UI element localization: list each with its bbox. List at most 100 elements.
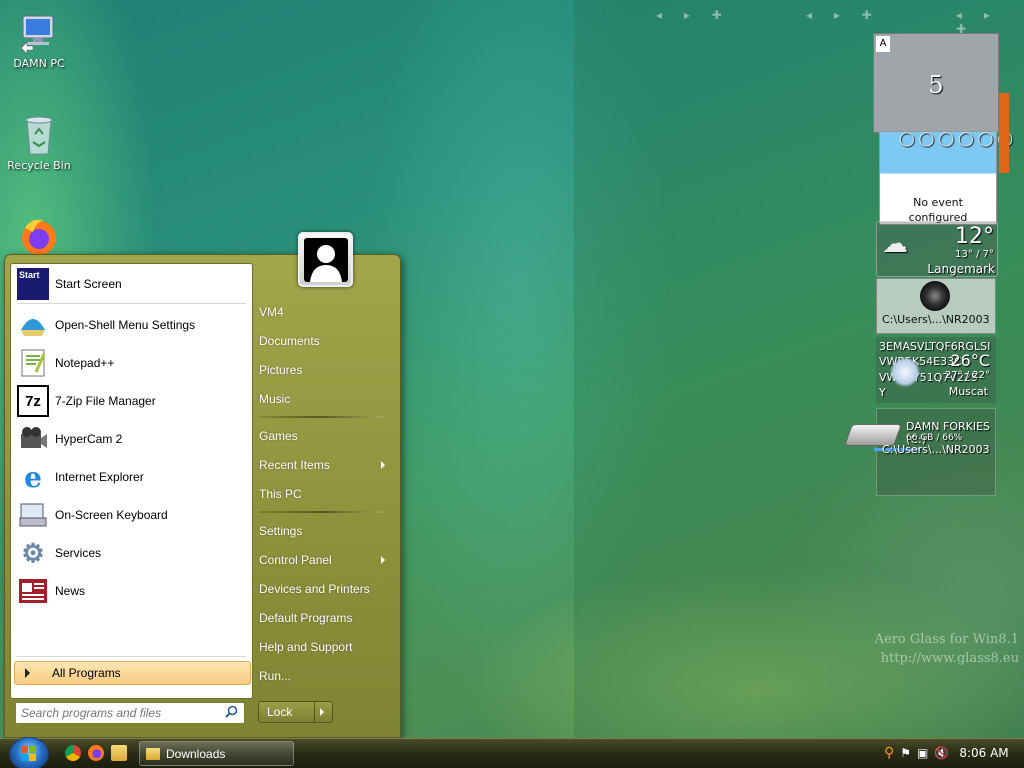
network-icon[interactable]: ▣ — [917, 746, 928, 760]
menu-item-settings[interactable]: Settings — [259, 519, 391, 543]
open-shell-icon — [17, 309, 49, 341]
weather-gadget-2[interactable]: 3EMASVLTQF6RGLSI VWB5K54E33C VWUCY51Q7V2… — [876, 337, 996, 403]
menu-item-label: Devices and Printers — [259, 582, 370, 596]
calendar-gadget[interactable]: A 5 ◯◯◯◯◯◯ No event configured — [873, 33, 1013, 225]
menu-item-devices-printers[interactable]: Devices and Printers — [259, 577, 391, 601]
gadget-toolbar[interactable]: ◂ ▸ ✚ — [956, 8, 1024, 36]
user-avatar[interactable] — [298, 232, 353, 287]
services-icon: ⚙ — [21, 537, 45, 568]
menu-item-label: Control Panel — [259, 553, 332, 567]
menu-item-games[interactable]: Games — [259, 424, 391, 448]
firefox-taskbar-icon[interactable] — [88, 745, 104, 761]
watermark-line2: http://www.glass8.eu — [880, 651, 1019, 666]
menu-item-label: VM4 — [259, 305, 284, 319]
menu-item-run[interactable]: Run... — [259, 664, 391, 688]
desktop-icon-label: DAMN PC — [13, 57, 65, 70]
submenu-arrow-icon — [381, 556, 385, 564]
lock-button[interactable]: Lock — [258, 701, 333, 723]
calendar-message-line1: No event — [913, 196, 963, 209]
menu-item-documents[interactable]: Documents — [259, 329, 391, 353]
watermark-line1: Aero Glass for Win8.1 — [874, 632, 1019, 647]
drive-gadget[interactable]: DAMN FORKIES (C:) 66 GB / 66% C:\Users\.… — [843, 408, 996, 496]
start-button[interactable] — [9, 737, 49, 768]
taskbar-button-downloads[interactable]: Downloads — [139, 741, 294, 766]
slideshow-path: C:\Users\...\NR2003 — [882, 313, 990, 326]
weather-range: 13° / 7° — [955, 249, 994, 260]
menu-item-pictures[interactable]: Pictures — [259, 358, 391, 382]
menu-item-label: Help and Support — [259, 640, 353, 654]
volume-muted-icon[interactable]: 🔇 — [934, 746, 949, 760]
firefox-icon — [17, 214, 61, 258]
program-on-screen-keyboard[interactable]: On-Screen Keyboard — [14, 498, 250, 532]
weather-code-4: Y — [879, 386, 886, 399]
desktop-icon-recycle-bin[interactable]: Recycle Bin — [0, 112, 78, 172]
menu-item-label: Games — [259, 429, 298, 443]
7zip-icon: 7z — [17, 385, 49, 417]
calendar-tab[interactable]: A — [876, 36, 890, 52]
separator — [17, 656, 246, 657]
program-internet-explorer[interactable]: e Internet Explorer — [14, 460, 250, 494]
lock-options-arrow-icon[interactable] — [320, 708, 324, 716]
separator — [259, 511, 385, 513]
program-label: 7-Zip File Manager — [55, 394, 156, 408]
cloudy-sun-icon: ☁ — [882, 229, 908, 259]
program-news[interactable]: News — [14, 574, 250, 608]
menu-item-default-programs[interactable]: Default Programs — [259, 606, 391, 630]
program-open-shell-settings[interactable]: Open-Shell Menu Settings — [14, 308, 250, 342]
lock-label[interactable]: Lock — [259, 702, 315, 722]
flag-icon[interactable]: ⚑ — [900, 746, 911, 760]
program-label: HyperCam 2 — [55, 432, 123, 446]
menu-item-recent-items[interactable]: Recent Items — [259, 453, 391, 477]
windows-logo-icon — [21, 746, 36, 761]
program-services[interactable]: ⚙ Services — [14, 536, 250, 570]
clock[interactable]: 8:06 AM — [959, 746, 1008, 760]
weather-gadget[interactable]: ☁ 12° 13° / 7° Langemark — [876, 221, 998, 277]
program-label: Notepad++ — [55, 356, 115, 370]
separator — [259, 416, 385, 418]
menu-item-user-folder[interactable]: VM4 — [259, 300, 391, 324]
menu-item-help-support[interactable]: Help and Support — [259, 635, 391, 659]
start-screen-icon-text: Start — [19, 270, 40, 280]
program-7zip[interactable]: 7z 7-Zip File Manager — [14, 384, 250, 418]
drive-usage: 66 GB / 66% — [906, 433, 963, 443]
menu-item-label: Recent Items — [259, 458, 330, 472]
menu-item-label: Settings — [259, 524, 303, 538]
menu-item-music[interactable]: Music — [259, 387, 391, 411]
weather-temp: 12° — [955, 224, 994, 249]
gadget-toolbar[interactable]: ◂ ▸ ✚ — [806, 8, 881, 22]
watermark: Aero Glass for Win8.1 http://www.glass8.… — [875, 632, 1019, 666]
computer-icon — [17, 10, 61, 55]
program-start-screen[interactable]: Start Start Screen — [14, 267, 250, 301]
desktop-icon-label: Recycle Bin — [7, 159, 71, 172]
program-notepadpp[interactable]: Notepad++ — [14, 346, 250, 380]
search-icon[interactable] — [225, 705, 238, 721]
folder-icon — [146, 747, 160, 760]
all-programs-button[interactable]: All Programs — [14, 661, 251, 685]
weather2-range: 27° / 22° — [944, 370, 990, 381]
menu-item-label: Default Programs — [259, 611, 353, 625]
desktop-icon-computer[interactable]: DAMN PC — [0, 10, 78, 70]
menu-item-this-pc[interactable]: This PC — [259, 482, 391, 506]
tire-icon — [920, 281, 950, 311]
hypercam-icon — [17, 423, 49, 455]
gadget-toolbar[interactable]: ◂ ▸ ✚ — [656, 8, 731, 22]
calendar-day: 5 — [928, 71, 944, 99]
program-label: News — [55, 584, 86, 598]
search-input[interactable] — [21, 706, 219, 720]
folder-icon[interactable] — [111, 745, 127, 761]
program-label: Services — [55, 546, 102, 560]
user-silhouette-icon — [303, 237, 348, 282]
taskbar-button-label: Downloads — [166, 746, 226, 761]
weather2-city: Muscat — [948, 385, 988, 398]
all-programs-label: All Programs — [52, 666, 121, 680]
arrow-right-icon — [25, 668, 30, 678]
program-hypercam[interactable]: HyperCam 2 — [14, 422, 250, 456]
chrome-icon[interactable] — [65, 745, 81, 761]
search-box[interactable] — [15, 702, 245, 724]
slideshow-gadget[interactable]: C:\Users\...\NR2003 — [876, 278, 996, 334]
menu-item-control-panel[interactable]: Control Panel — [259, 548, 391, 572]
search-tray-icon[interactable]: ⚲ — [884, 745, 894, 761]
weather2-temp: 26°C — [950, 351, 990, 370]
program-label: Open-Shell Menu Settings — [55, 318, 196, 332]
separator — [17, 303, 246, 304]
